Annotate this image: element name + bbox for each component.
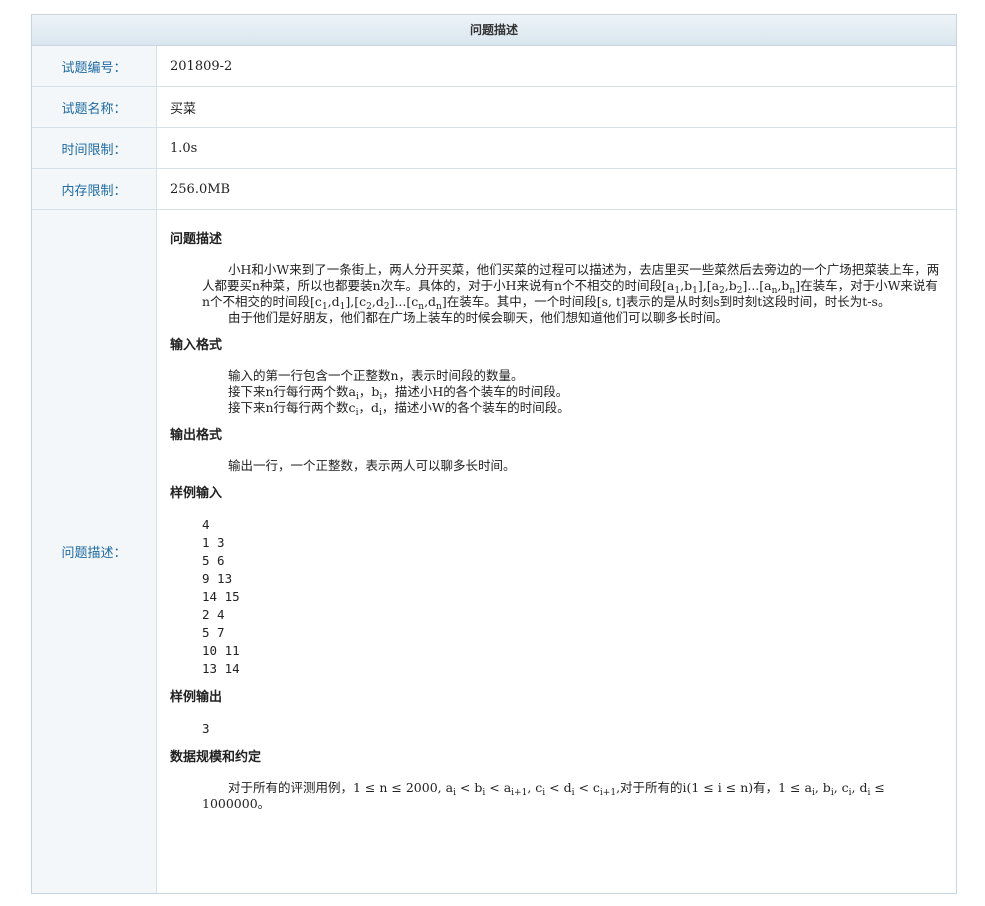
section-heading-input: 输入格式 [170, 338, 223, 353]
text-span: ,d [424, 294, 437, 309]
panel-title: 问题描述 [32, 15, 956, 46]
section-heading-output: 输出格式 [170, 428, 223, 443]
description-body: 问题描述 小H和小W来到了一条街上，两人分开买菜，他们买菜的过程可以描述为，去店… [157, 210, 956, 893]
row-problem-name: 试题名称： 买菜 [32, 87, 956, 128]
text-span: ，d [358, 400, 379, 415]
text-span: ]...[c [389, 294, 419, 309]
text-span: , d [851, 780, 868, 795]
section-heading-problem: 问题描述 [170, 232, 223, 247]
text-span: < b [455, 780, 483, 795]
section-heading-sample-input: 样例输入 [170, 486, 223, 501]
section-heading-scale: 数据规模和约定 [170, 750, 262, 765]
text-span: ,b [724, 278, 737, 293]
sample-output-code: 3 [202, 721, 210, 736]
text-span: ,对于所有的i(1 ≤ i ≤ n)有，1 ≤ a [616, 780, 812, 795]
text-span: ，b [358, 384, 380, 399]
time-limit-label: 时间限制： [32, 128, 157, 168]
input-line-1: 输入的第一行包含一个正整数n，表示时间段的数量。 [228, 368, 524, 383]
output-format-text: 输出一行，一个正整数，表示两人可以聊多长时间。 [202, 458, 944, 474]
problem-paragraph-1: 小H和小W来到了一条街上，两人分开买菜，他们买菜的过程可以描述为，去店里买一些菜… [202, 262, 944, 312]
problem-id-label: 试题编号： [32, 46, 157, 86]
problem-paragraph-2: 由于他们是好朋友，他们都在广场上装车的时候会聊天，他们想知道他们可以聊多长时间。 [228, 310, 729, 325]
text-span: , c [833, 780, 849, 795]
problem-id-value: 201809-2 [170, 58, 233, 74]
problem-name-value: 买菜 [170, 101, 197, 117]
text-span: 接下来n行每行两个数c [228, 400, 356, 415]
problem-panel: 问题描述 试题编号： 201809-2 试题名称： 买菜 时间限制： 1.0s … [31, 14, 957, 894]
input-line-3: 接下来n行每行两个数ci，di，描述小W的各个装车的时间段。 [202, 400, 944, 418]
scale-paragraph: 对于所有的评测用例，1 ≤ n ≤ 2000, ai < bi < ai+1, … [202, 780, 944, 812]
text-span: ，描述小H的各个装车的时间段。 [382, 384, 569, 399]
time-limit-value: 1.0s [170, 140, 198, 156]
text-span: ],[c [345, 294, 367, 309]
input-format-text: 输入的第一行包含一个正整数n，表示时间段的数量。 接下来n行每行两个数ai，bi… [202, 368, 944, 418]
row-time-limit: 时间限制： 1.0s [32, 128, 956, 169]
memory-limit-value: 256.0MB [170, 181, 231, 197]
memory-limit-label: 内存限制： [32, 169, 157, 209]
description-label: 问题描述： [32, 210, 157, 893]
text-span: ]...[a [742, 278, 772, 293]
text-span: 接下来n行每行两个数a [228, 384, 357, 399]
text-span: 对于所有的评测用例，1 ≤ n ≤ 2000, a [228, 780, 454, 795]
section-heading-sample-output: 样例输出 [170, 690, 223, 705]
text-span: , c [527, 780, 543, 795]
text-span: ,d [327, 294, 340, 309]
subscript: i+1 [511, 788, 528, 798]
text-span: ,d [371, 294, 384, 309]
output-line-1: 输出一行，一个正整数，表示两人可以聊多长时间。 [228, 458, 516, 473]
text-span: ,b [777, 278, 790, 293]
text-span: < c [574, 780, 600, 795]
text-span: ]在装车。其中，一个时间段[s, t]表示的是从时刻s到时刻t这段时间，时长为t… [441, 294, 891, 309]
text-span: ],[a [697, 278, 720, 293]
row-memory-limit: 内存限制： 256.0MB [32, 169, 956, 210]
text-span: ，描述小W的各个装车的时间段。 [381, 400, 570, 415]
row-description: 问题描述： 问题描述 小H和小W来到了一条街上，两人分开买菜，他们买菜的过程可以… [32, 210, 956, 893]
row-problem-id: 试题编号： 201809-2 [32, 46, 956, 87]
text-span: , b [814, 780, 831, 795]
input-line-2: 接下来n行每行两个数ai，bi，描述小H的各个装车的时间段。 [202, 384, 944, 402]
problem-name-label: 试题名称： [32, 87, 157, 127]
problem-text: 小H和小W来到了一条街上，两人分开买菜，他们买菜的过程可以描述为，去店里买一些菜… [202, 262, 944, 326]
text-span: < a [485, 780, 512, 795]
text-span: < d [545, 780, 572, 795]
subscript: i+1 [599, 788, 617, 798]
text-span: ,b [680, 278, 693, 293]
sample-input-code: 4 1 3 5 6 9 13 14 15 2 4 5 7 10 11 13 14 [202, 517, 240, 676]
scale-text: 对于所有的评测用例，1 ≤ n ≤ 2000, ai < bi < ai+1, … [202, 780, 944, 812]
